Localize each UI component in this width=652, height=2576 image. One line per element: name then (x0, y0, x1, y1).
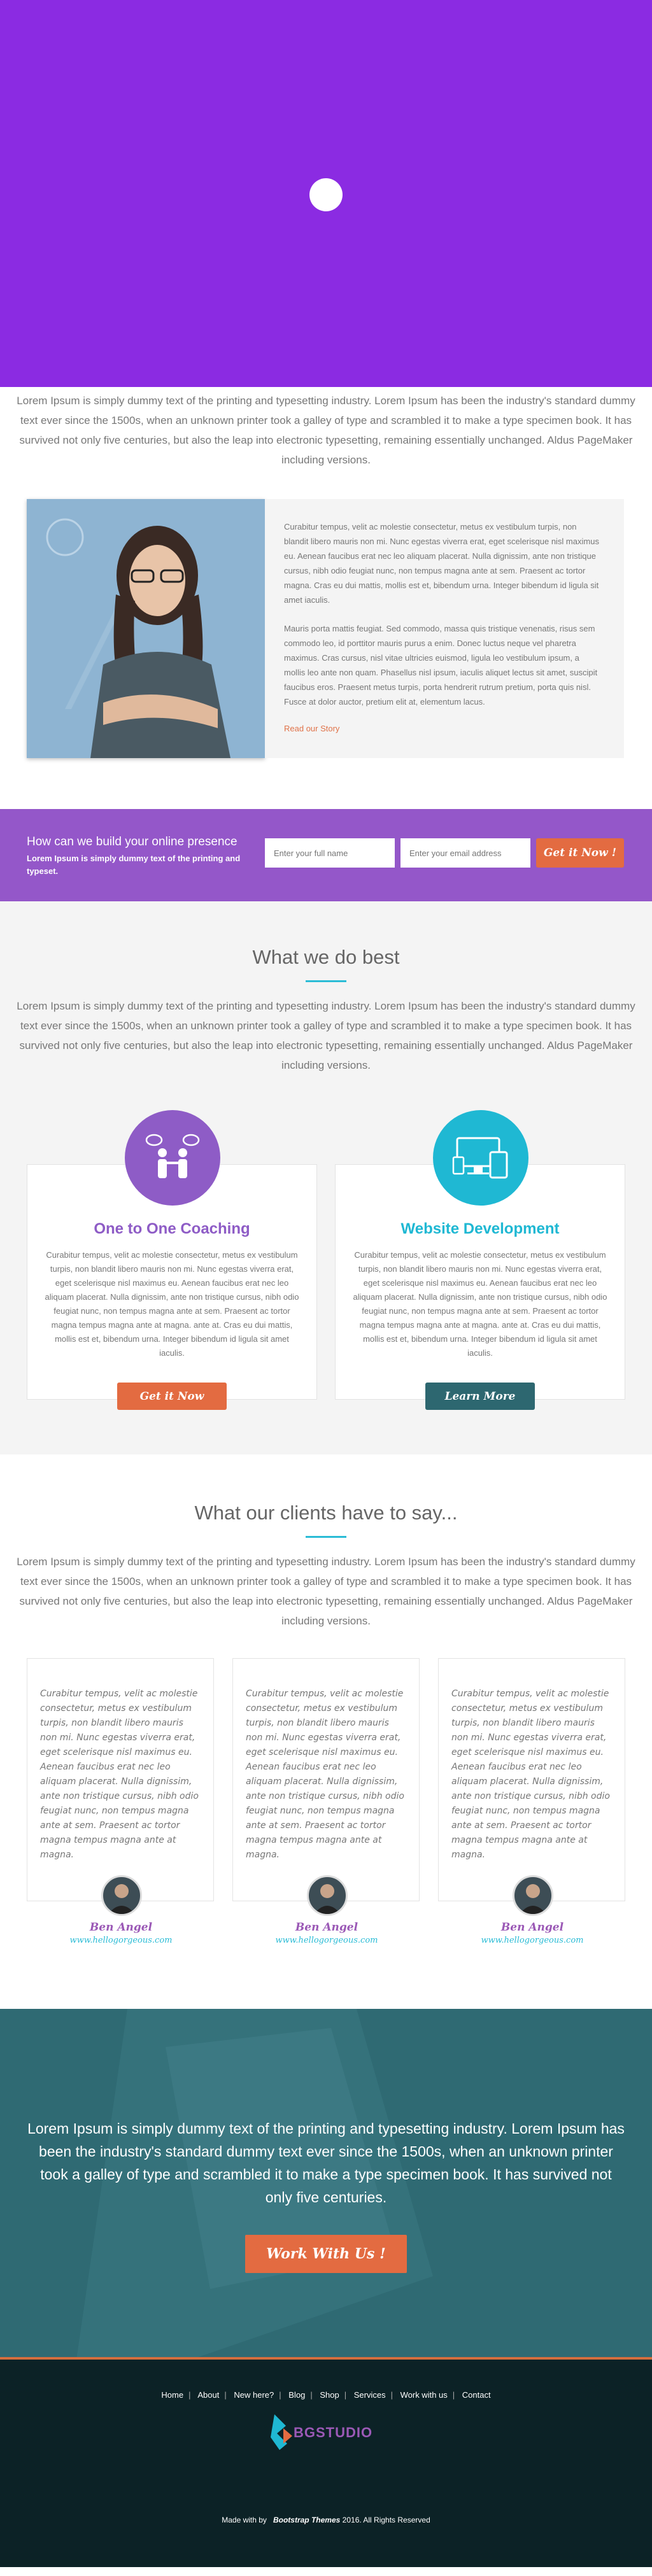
story-paragraph-1: Curabitur tempus, velit ac molestie cons… (284, 522, 599, 605)
story-card: Curabitur tempus, velit ac molestie cons… (265, 499, 624, 758)
footer-link-about[interactable]: About (197, 2390, 219, 2400)
cta-subtitle: Lorem Ipsum is simply dummy text of the … (27, 854, 241, 876)
footer-link-contact[interactable]: Contact (462, 2390, 491, 2400)
banner-text: Lorem Ipsum is simply dummy text of the … (27, 2120, 625, 2206)
cta-bar: How can we build your online presence Lo… (0, 809, 652, 901)
read-story-link[interactable]: Read our Story (284, 724, 339, 733)
testimonial-quote: Curabitur tempus, velit ac molestie cons… (451, 1689, 610, 1860)
footer-link-shop[interactable]: Shop (320, 2390, 339, 2400)
testimonial-card: Curabitur tempus, velit ac molestie cons… (438, 1658, 625, 1945)
cta-title: How can we build your online presence (27, 835, 237, 848)
intro-text: Lorem Ipsum is simply dummy text of the … (17, 395, 635, 466)
made-with-text: Made with by (222, 2516, 267, 2524)
service-card-coaching: One to One Coaching Curabitur tempus, ve… (27, 1110, 317, 1410)
logo-mark-icon (271, 2414, 292, 2450)
testimonial-site: www.hellogorgeous.com (481, 1936, 584, 1945)
bgstudio-logo[interactable]: BGSTUDIO (271, 2414, 385, 2450)
footer-link-blog[interactable]: Blog (288, 2390, 305, 2400)
footer-link-home[interactable]: Home (161, 2390, 183, 2400)
footer-link-new-here[interactable]: New here? (234, 2390, 274, 2400)
testimonial-name: Ben Angel (500, 1921, 564, 1934)
brand-link[interactable]: Bootstrap Themes (273, 2516, 340, 2524)
testimonial-card: Curabitur tempus, velit ac molestie cons… (232, 1658, 420, 1945)
full-name-input[interactable] (265, 838, 395, 868)
service-card-web: Website Development Curabitur tempus, ve… (335, 1110, 625, 1410)
service-title-web: Website Development (400, 1220, 560, 1237)
footer-link-work-with-us[interactable]: Work with us (400, 2390, 448, 2400)
testimonials-section: What our clients have to say... Lorem Ip… (0, 1454, 652, 2009)
avatar (101, 1875, 142, 1916)
story-section: Curabitur tempus, velit ac molestie cons… (0, 499, 652, 809)
get-it-now-button[interactable]: Get it Now ! (536, 838, 624, 868)
footer-nav: Home | About | New here? | Blog | Shop | Serv… (161, 2390, 491, 2400)
woman-photo-illustration (27, 499, 265, 758)
learn-more-button[interactable]: Learn More (425, 1383, 535, 1410)
work-with-us-banner: Lorem Ipsum is simply dummy text of the … (0, 2009, 652, 2360)
logo-text: BGSTUDIO (294, 2425, 373, 2440)
service-text-web: Curabitur tempus, velit ac molestie cons… (353, 1250, 607, 1358)
services-section: What we do best Lorem Ipsum is simply du… (0, 901, 652, 1454)
testimonial-site: www.hellogorgeous.com (69, 1936, 173, 1945)
services-intro: Lorem Ipsum is simply dummy text of the … (17, 1000, 635, 1071)
work-with-us-button[interactable]: Work With Us ! (245, 2235, 407, 2273)
get-it-now-service-button[interactable]: Get it Now (117, 1383, 227, 1410)
testimonial-site: www.hellogorgeous.com (275, 1936, 378, 1945)
clients-title: What our clients have to say... (194, 1502, 458, 1524)
testimonial-quote: Curabitur tempus, velit ac molestie cons… (246, 1689, 404, 1860)
devices-icon (433, 1110, 528, 1206)
copyright: Made with by Bootstrap Themes 2016. All … (0, 2516, 652, 2524)
testimonial-name: Ben Angel (89, 1921, 153, 1934)
service-title-coaching: One to One Coaching (94, 1220, 250, 1237)
testimonial-card: Curabitur tempus, velit ac molestie cons… (27, 1658, 214, 1945)
story-paragraph-2: Mauris porta mattis feugiat. Sed commodo… (284, 624, 598, 707)
title-divider (306, 1536, 346, 1538)
heart-icon (269, 2516, 271, 2524)
title-divider (306, 980, 346, 982)
hero-banner (0, 0, 652, 387)
clients-intro: Lorem Ipsum is simply dummy text of the … (17, 1556, 635, 1627)
avatar (307, 1875, 348, 1916)
footer: Home | About | New here? | Blog | Shop | Serv… (0, 2360, 652, 2567)
testimonial-name: Ben Angel (295, 1921, 358, 1934)
avatar (513, 1875, 553, 1916)
testimonial-quote: Curabitur tempus, velit ac molestie cons… (40, 1689, 199, 1860)
year-text: 2016. All Rights Reserved (342, 2516, 430, 2524)
service-text-coaching: Curabitur tempus, velit ac molestie cons… (45, 1250, 299, 1358)
services-title: What we do best (252, 946, 400, 968)
loading-dot (309, 178, 343, 211)
woman-photo (27, 499, 265, 758)
email-input[interactable] (400, 838, 530, 868)
footer-link-services[interactable]: Services (354, 2390, 386, 2400)
coaching-icon (125, 1110, 220, 1206)
